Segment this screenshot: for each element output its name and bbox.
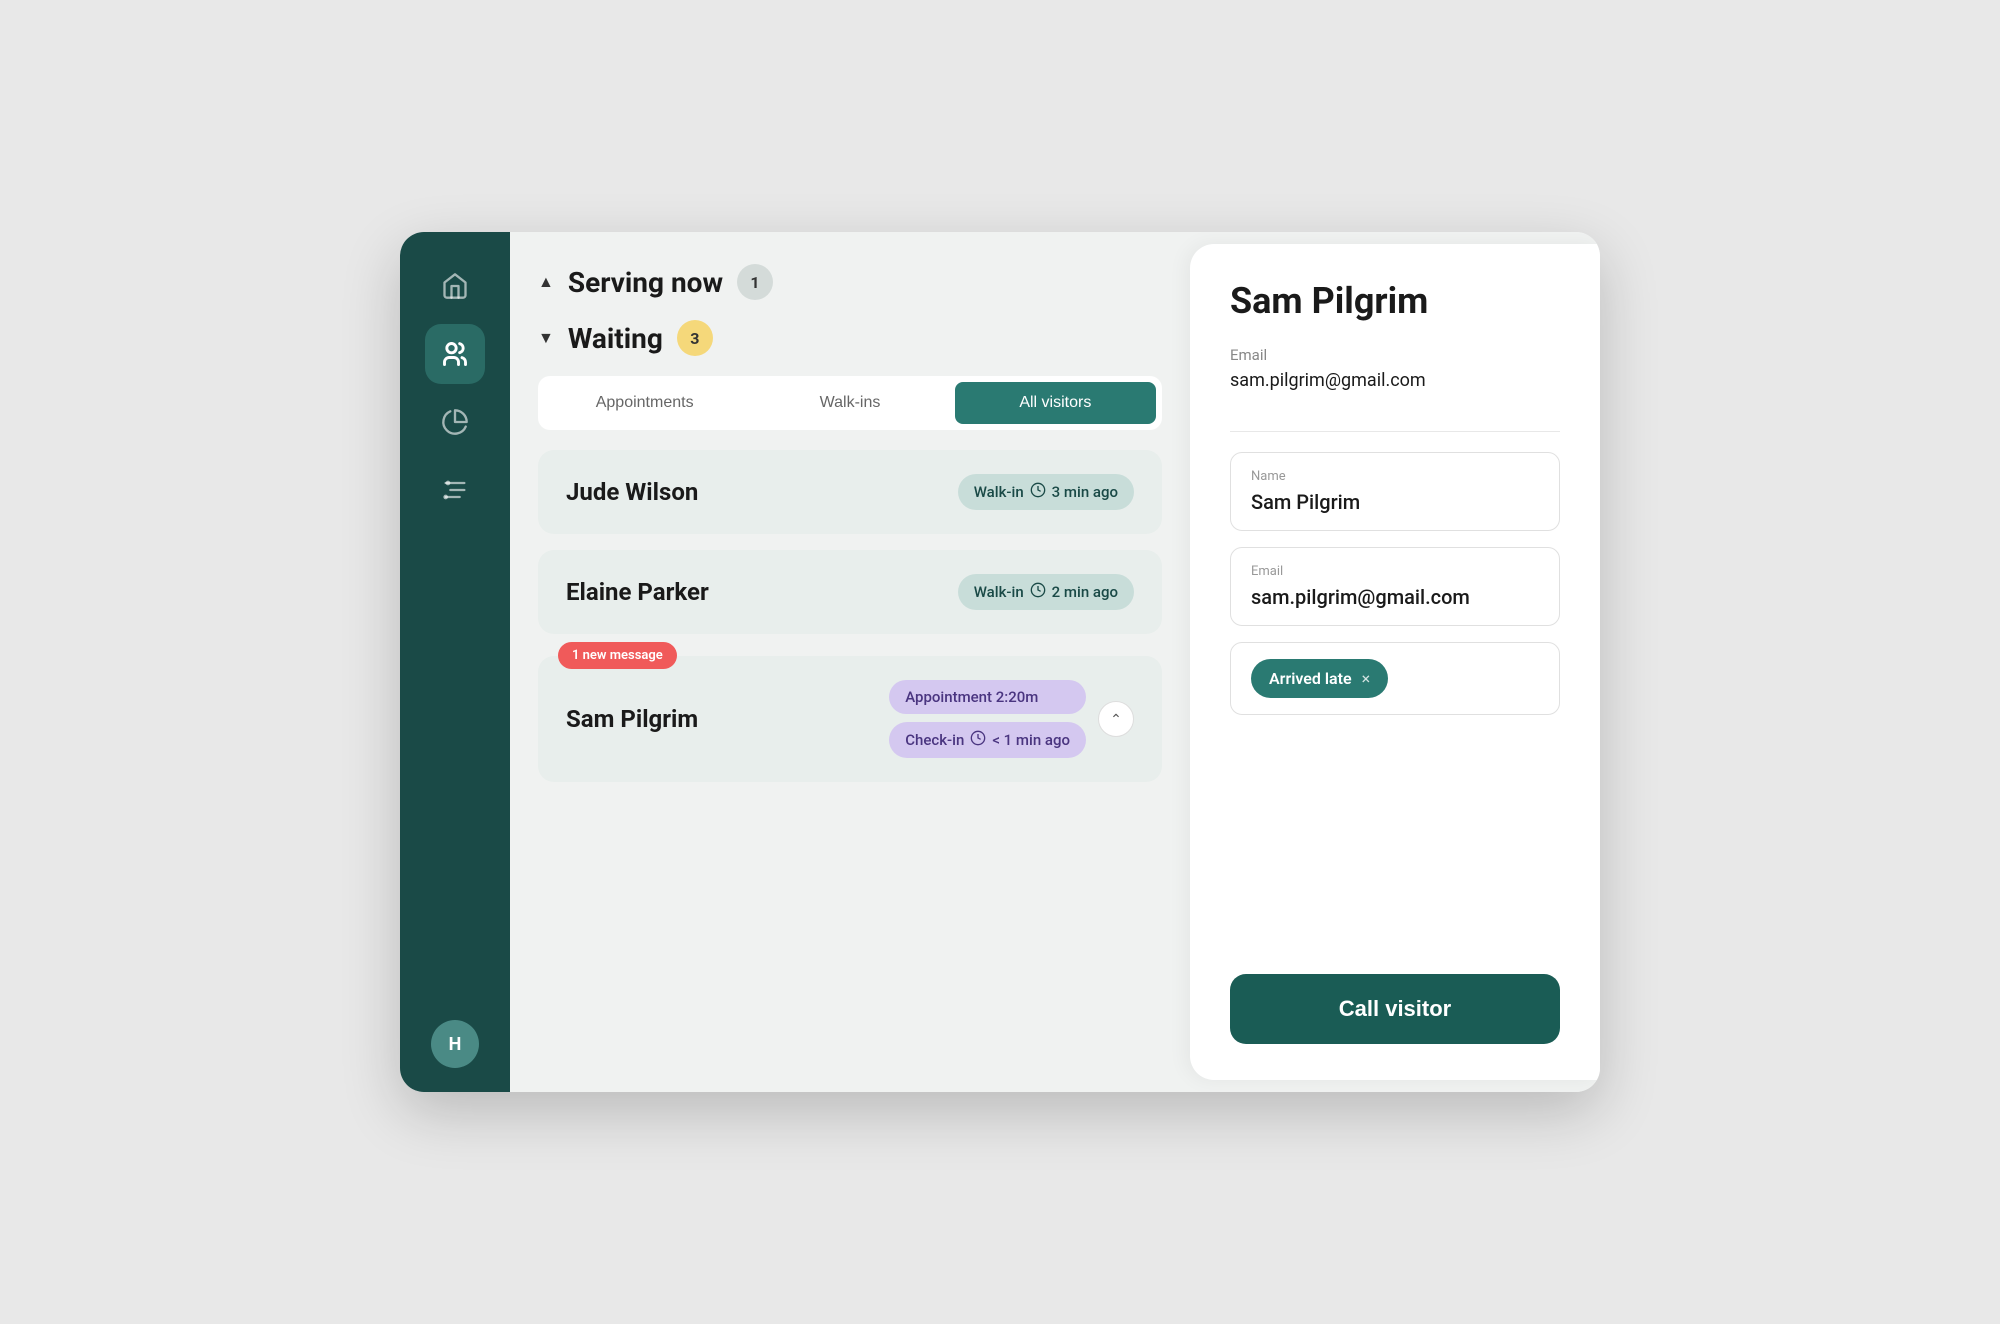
visitor-card-sam[interactable]: 1 new message Sam Pilgrim Appointment 2:…: [538, 656, 1162, 782]
visitor-card-elaine[interactable]: Elaine Parker Walk-in 2 min ago: [538, 550, 1162, 634]
queue-icon[interactable]: [425, 324, 485, 384]
divider: [1230, 431, 1560, 432]
tab-appointments[interactable]: Appointments: [544, 382, 745, 424]
walkin-tag-elaine: Walk-in 2 min ago: [958, 574, 1134, 610]
call-visitor-button[interactable]: Call visitor: [1230, 974, 1560, 1044]
visitor-name-jude: Jude Wilson: [566, 478, 698, 506]
app-container: H ▲ Serving now 1 ▼ Waiting 3 Appointmen…: [400, 232, 1600, 1092]
visitor-card-jude[interactable]: Jude Wilson Walk-in 3 min ago: [538, 450, 1162, 534]
visitor-meta-sam: Appointment 2:20m Check-in < 1 min ago: [889, 680, 1086, 758]
clock-icon-elaine: [1030, 582, 1046, 602]
queue-panel: ▲ Serving now 1 ▼ Waiting 3 Appointments…: [510, 232, 1190, 1092]
tab-walkins[interactable]: Walk-ins: [749, 382, 950, 424]
new-message-badge: 1 new message: [558, 642, 677, 669]
name-field-label: Name: [1251, 469, 1539, 484]
detail-email-section: Email sam.pilgrim@gmail.com: [1230, 346, 1560, 391]
sidebar: H: [400, 232, 510, 1092]
filter-tabs: Appointments Walk-ins All visitors: [538, 376, 1162, 430]
name-field[interactable]: Name Sam Pilgrim: [1230, 452, 1560, 531]
analytics-icon[interactable]: [425, 392, 485, 452]
email-field[interactable]: Email sam.pilgrim@gmail.com: [1230, 547, 1560, 626]
waiting-chevron[interactable]: ▼: [538, 328, 554, 348]
waiting-header: ▼ Waiting 3: [538, 320, 1162, 356]
serving-now-section: ▲ Serving now 1: [538, 264, 1162, 300]
expand-button-sam[interactable]: ⌃: [1098, 701, 1134, 737]
email-field-value: sam.pilgrim@gmail.com: [1251, 585, 1539, 609]
detail-email-label: Email: [1230, 346, 1560, 364]
user-avatar[interactable]: H: [431, 1020, 479, 1068]
settings-icon[interactable]: [425, 460, 485, 520]
tags-field: Arrived late ×: [1230, 642, 1560, 715]
arrived-late-close[interactable]: ×: [1362, 669, 1371, 688]
checkin-tag-sam: Check-in < 1 min ago: [889, 722, 1086, 758]
serving-now-chevron[interactable]: ▲: [538, 272, 554, 292]
name-field-value: Sam Pilgrim: [1251, 490, 1539, 514]
visitor-name-sam: Sam Pilgrim: [566, 705, 698, 733]
serving-now-badge: 1: [737, 264, 773, 300]
email-field-label: Email: [1251, 564, 1539, 579]
tab-all-visitors[interactable]: All visitors: [955, 382, 1156, 424]
appointment-tag-sam: Appointment 2:20m: [889, 680, 1086, 714]
walkin-tag-jude: Walk-in 3 min ago: [958, 474, 1134, 510]
visitor-name-elaine: Elaine Parker: [566, 578, 709, 606]
detail-email-value: sam.pilgrim@gmail.com: [1230, 370, 1560, 391]
waiting-title: Waiting: [568, 322, 663, 355]
visitor-meta-elaine: Walk-in 2 min ago: [958, 574, 1134, 610]
detail-panel: Sam Pilgrim Email sam.pilgrim@gmail.com …: [1190, 244, 1600, 1080]
clock-icon-jude: [1030, 482, 1046, 502]
visitor-meta-jude: Walk-in 3 min ago: [958, 474, 1134, 510]
main-content: ▲ Serving now 1 ▼ Waiting 3 Appointments…: [510, 232, 1600, 1092]
detail-visitor-name: Sam Pilgrim: [1230, 280, 1560, 322]
waiting-badge: 3: [677, 320, 713, 356]
form-tags: Arrived late ×: [1251, 659, 1539, 698]
clock-icon-sam: [970, 730, 986, 750]
arrived-late-tag[interactable]: Arrived late ×: [1251, 659, 1388, 698]
home-icon[interactable]: [425, 256, 485, 316]
waiting-section: ▼ Waiting 3 Appointments Walk-ins All vi…: [538, 320, 1162, 782]
serving-now-title: Serving now: [568, 266, 723, 299]
